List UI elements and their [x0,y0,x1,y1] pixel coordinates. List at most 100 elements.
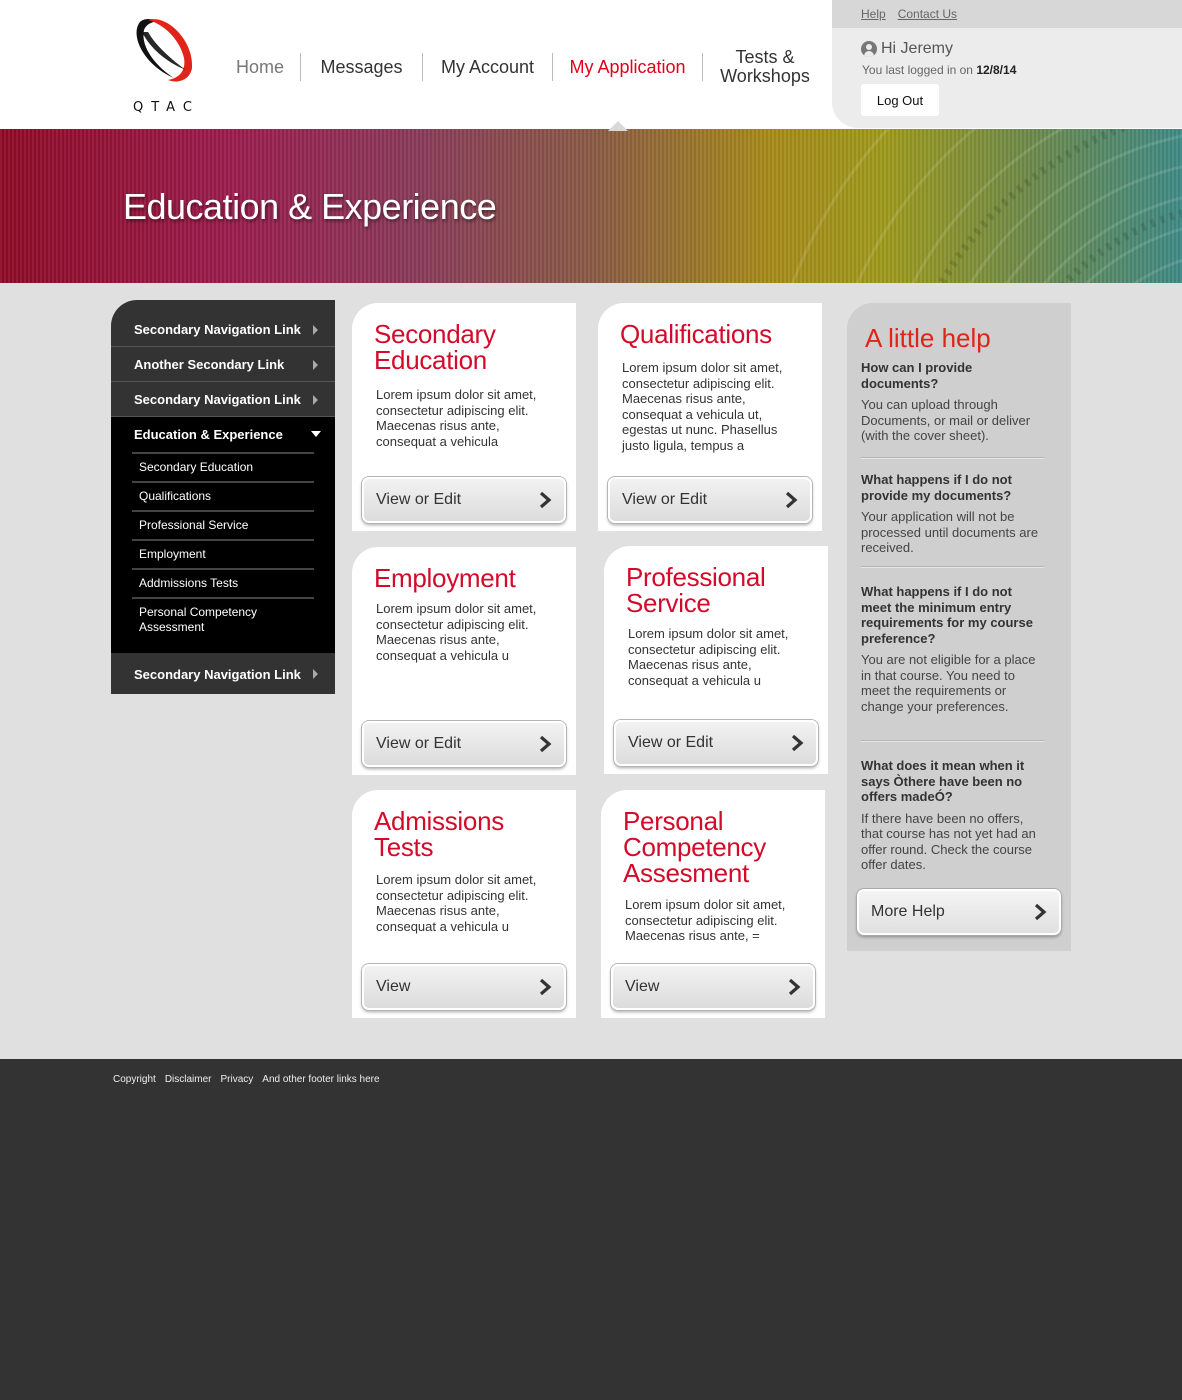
contact-us-link[interactable]: Contact Us [898,7,957,21]
button-label: More Help [871,903,945,920]
secondary-nav-link-label: Secondary Navigation Link [134,321,301,337]
logo-swoosh-icon [136,19,193,82]
faq-item: What does it mean when it says Òthere ha… [861,758,1044,873]
arrow-right-icon [313,325,318,335]
content-area: Secondary Navigation Link Another Second… [0,283,1182,1059]
card-title: Secondary Education [374,321,496,373]
arrow-right-icon [313,395,318,405]
card-professional-service: Professional Service Lorem ipsum dolor si… [604,546,828,774]
secondary-nav-link-label: Secondary Navigation Link [134,666,301,682]
view-button[interactable]: View [362,964,566,1010]
chevron-right-icon [539,492,552,508]
faq-item: What happens if I do not provide my docu… [861,472,1044,556]
faq-answer: If there have been no offers, that cours… [861,810,1036,873]
faq-question: What happens if I do not provide my docu… [861,472,1012,503]
secondary-nav: Secondary Navigation Link Another Second… [111,300,335,694]
chevron-right-icon [791,735,804,751]
subnav-employment[interactable]: Employment [132,539,314,568]
utility-links: Help Contact Us [832,0,1182,28]
card-body: Lorem ipsum dolor sit amet, consectetur … [376,872,537,934]
card-title-line: Assesment [623,858,749,888]
secondary-nav-link-label: Another Secondary Link [134,356,285,372]
card-title: Professional Service [626,564,766,618]
card-title-line: Education [374,345,487,375]
card-title: Qualifications [620,319,772,349]
subnav-qualifications[interactable]: Qualifications [132,481,314,510]
help-panel: A little help How can I provide document… [847,303,1071,951]
card-title-line: Tests [374,832,434,862]
help-link[interactable]: Help [861,7,886,21]
card-qualifications: Qualifications Lorem ipsum dolor sit ame… [598,303,822,531]
view-button[interactable]: View [611,964,815,1010]
card-title: Admissions Tests [374,808,504,860]
nav-my-account[interactable]: My Account [423,52,552,82]
subnav-personal-competency[interactable]: Personal Competency Assessment [132,597,314,641]
more-help-button[interactable]: More Help [857,889,1061,935]
faq-divider [861,457,1044,459]
card-body: Lorem ipsum dolor sit amet, consectetur … [625,897,786,943]
secondary-nav-link[interactable]: Secondary Navigation Link [111,382,335,417]
logout-button[interactable]: Log Out [861,84,939,116]
last-login-prefix: You last logged in on [862,63,977,77]
subnav-professional-service[interactable]: Professional Service [132,510,314,539]
arrow-right-icon [313,669,318,679]
nav-tests-workshops[interactable]: Tests & Workshops [703,48,827,86]
nav-messages[interactable]: Messages [301,52,422,82]
secondary-nav-link[interactable]: Secondary Navigation Link [111,653,335,694]
footer-links: Copyright Disclaimer Privacy And other f… [113,1074,380,1085]
faq-divider [861,740,1044,742]
view-edit-button[interactable]: View or Edit [614,720,818,766]
nav-tests-line2: Workshops [720,66,810,86]
footer-other-link[interactable]: And other footer links here [262,1074,379,1085]
footer-copyright-link[interactable]: Copyright [113,1074,156,1085]
card-body: Lorem ipsum dolor sit amet, consectetur … [376,387,537,449]
subnav-admissions-tests[interactable]: Addmissions Tests [132,568,314,597]
card-body: Lorem ipsum dolor sit amet, consectetur … [376,601,537,663]
button-label: View [625,978,660,995]
footer-disclaimer-link[interactable]: Disclaimer [165,1074,212,1085]
secondary-nav-education-experience[interactable]: Education & Experience [111,417,335,452]
card-title: Employment [374,563,516,593]
card-title-line: Service [626,588,711,618]
card-admissions-tests: Admissions Tests Lorem ipsum dolor sit am… [352,790,576,1018]
chevron-right-icon [785,492,798,508]
caret-down-icon [311,431,321,437]
faq-answer: You are not eligible for a place in that… [861,652,1036,714]
button-label: View or Edit [376,491,462,508]
page-title: Education & Experience [123,186,497,227]
secondary-nav-link[interactable]: Another Secondary Link [111,347,335,382]
subnav-secondary-education[interactable]: Secondary Education [132,452,314,481]
faq-question: What does it mean when it says Òthere ha… [861,758,1025,804]
secondary-nav-link-label: Secondary Navigation Link [134,391,301,407]
card-employment: Employment Lorem ipsum dolor sit amet, c… [352,547,576,775]
secondary-nav-link[interactable]: Secondary Navigation Link [111,312,335,347]
view-edit-button[interactable]: View or Edit [362,721,566,767]
button-label: View or Edit [622,491,708,508]
view-edit-button[interactable]: View or Edit [362,477,566,523]
logo-text: QTAC [133,100,200,115]
button-label: View [376,978,411,995]
qtac-logo[interactable]: QTAC [128,14,200,116]
last-login: You last logged in on 12/8/14 [862,63,1016,77]
card-body: Lorem ipsum dolor sit amet, consectetur … [622,360,783,453]
view-edit-button[interactable]: View or Edit [608,477,812,523]
main-nav: Home Messages My Account My Application … [220,48,827,86]
secondary-nav-active-label: Education & Experience [134,427,283,442]
card-secondary-education: Secondary Education Lorem ipsum dolor sit… [352,303,576,531]
arrow-right-icon [313,360,318,370]
secondary-nav-active-group: Education & Experience Secondary Educati… [111,417,335,653]
nav-home[interactable]: Home [220,52,300,82]
nav-my-application[interactable]: My Application [553,52,702,82]
card-personal-competency: Personal Competency Assesment Lorem ipsum … [601,790,825,1018]
faq-answer: You can upload through Documents, or mai… [861,397,1031,443]
faq-item: How can I provide documents? You can upl… [861,360,1044,444]
page-banner: Education & Experience [0,129,1182,283]
user-panel: Help Contact Us Hi Jeremy You last logge… [832,0,1182,128]
site-header: QTAC Home Messages My Account My Applica… [0,0,1182,129]
button-label: View or Edit [376,735,462,752]
footer-privacy-link[interactable]: Privacy [220,1074,253,1085]
faq-answer: Your application will not be processed u… [861,509,1039,555]
last-login-date: 12/8/14 [976,63,1017,77]
sidenav-top-spacer [111,300,335,312]
user-icon [861,41,877,57]
